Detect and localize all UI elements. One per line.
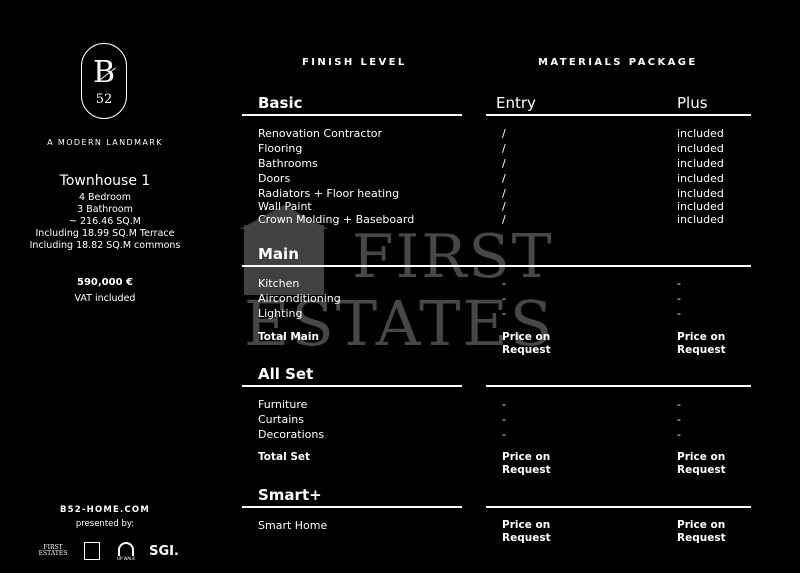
item-entry: Request [502, 532, 551, 544]
total-main-plus: Price on [677, 331, 726, 343]
partner3-label: UP WALK [117, 555, 135, 561]
total-main-entry: Request [502, 344, 551, 356]
watermark-line1: FIRST [352, 222, 554, 292]
section-rule [486, 114, 751, 116]
tagline: A MODERN LANDMARK [47, 138, 163, 147]
item-name: Renovation Contractor [258, 127, 383, 140]
materials-package-header: MATERIALS PACKAGE [538, 57, 698, 68]
section-title-main: Main [258, 245, 299, 263]
item-entry: / [502, 142, 506, 155]
item-plus: - [677, 428, 681, 441]
total-main-plus: Request [677, 344, 726, 356]
total-set-plus: Price on [677, 451, 726, 463]
section-title-smart: Smart+ [258, 486, 322, 504]
section-title-allset: All Set [258, 365, 314, 383]
section-rule [242, 114, 462, 116]
item-plus: included [677, 157, 724, 170]
presented-by: presented by: [75, 519, 135, 529]
section-rule [242, 506, 462, 508]
total-main-entry: Price on [502, 331, 551, 343]
item-name: Wall Paint [258, 200, 312, 213]
logo-letter: B [92, 55, 116, 90]
item-entry: / [502, 187, 506, 200]
logo-number: 52 [95, 92, 113, 107]
partner-first-estates-logo: FIRST ESTATES [36, 540, 70, 562]
unit-detail: Including 18.82 SQ.M commons [29, 240, 181, 251]
unit-detail: 4 Bedroom [78, 192, 132, 203]
item-plus: included [677, 142, 724, 155]
total-set-plus: Request [677, 464, 726, 476]
section-rule [486, 506, 751, 508]
item-plus: Request [677, 532, 726, 544]
unit-detail: Including 18.99 SQ.M Terrace [35, 228, 175, 239]
section-rule [486, 385, 751, 387]
item-entry: - [502, 398, 506, 411]
item-plus: - [677, 413, 681, 426]
item-entry: - [502, 413, 506, 426]
unit-title: Townhouse 1 [59, 173, 151, 189]
item-name: Flooring [258, 142, 303, 155]
item-plus: - [677, 307, 681, 320]
item-entry: - [502, 292, 506, 305]
partner1-line2: ESTATES [38, 550, 68, 557]
finish-level-header: FINISH LEVEL [302, 57, 407, 68]
plus-column-title: Plus [677, 94, 708, 112]
box-icon [84, 542, 100, 560]
item-name: Kitchen [258, 277, 300, 290]
section-title-basic: Basic [258, 94, 303, 112]
partner-sgi-logo: SGI. [149, 543, 179, 559]
item-entry: / [502, 157, 506, 170]
item-name: Doors [258, 172, 291, 185]
arch-icon [118, 541, 134, 556]
item-entry: Price on [502, 519, 551, 531]
entry-column-title: Entry [496, 94, 536, 112]
item-entry: - [502, 277, 506, 290]
item-name: Lighting [258, 307, 303, 320]
unit-detail: ~ 216.46 SQ.M [69, 216, 141, 227]
item-entry: / [502, 213, 506, 226]
total-set-entry: Request [502, 464, 551, 476]
item-plus: included [677, 172, 724, 185]
item-plus: Price on [677, 519, 726, 531]
vat-note: VAT included [74, 293, 136, 304]
item-entry: / [502, 200, 506, 213]
item-name: Curtains [258, 413, 304, 426]
unit-detail: 3 Bathroom [77, 204, 133, 215]
item-name: Airconditioning [258, 292, 341, 305]
total-set-entry: Price on [502, 451, 551, 463]
item-name: Smart Home [258, 519, 328, 532]
item-entry: - [502, 428, 506, 441]
brand-logo: B 52 [81, 43, 127, 119]
item-name: Bathrooms [258, 157, 318, 170]
item-entry: / [502, 172, 506, 185]
item-plus: - [677, 398, 681, 411]
item-entry: / [502, 127, 506, 140]
item-name: Radiators + Floor heating [258, 187, 400, 200]
website-link[interactable]: B52-HOME.COM [20, 505, 190, 515]
item-entry: - [502, 307, 506, 320]
item-name: Decorations [258, 428, 325, 441]
item-plus: included [677, 127, 724, 140]
unit-price: 590,000 € [77, 277, 133, 288]
item-plus: - [677, 277, 681, 290]
section-rule [242, 385, 462, 387]
item-plus: included [677, 213, 724, 226]
total-main-label: Total Main [258, 331, 319, 343]
item-plus: included [677, 187, 724, 200]
item-name: Furniture [258, 398, 308, 411]
partner-box-logo [82, 540, 102, 562]
item-name: Crown Molding + Baseboard [258, 213, 415, 226]
item-plus: - [677, 292, 681, 305]
partner-upwalk-logo: UP WALK [114, 540, 138, 562]
item-plus: included [677, 200, 724, 213]
total-set-label: Total Set [258, 451, 311, 463]
section-rule [242, 265, 751, 267]
